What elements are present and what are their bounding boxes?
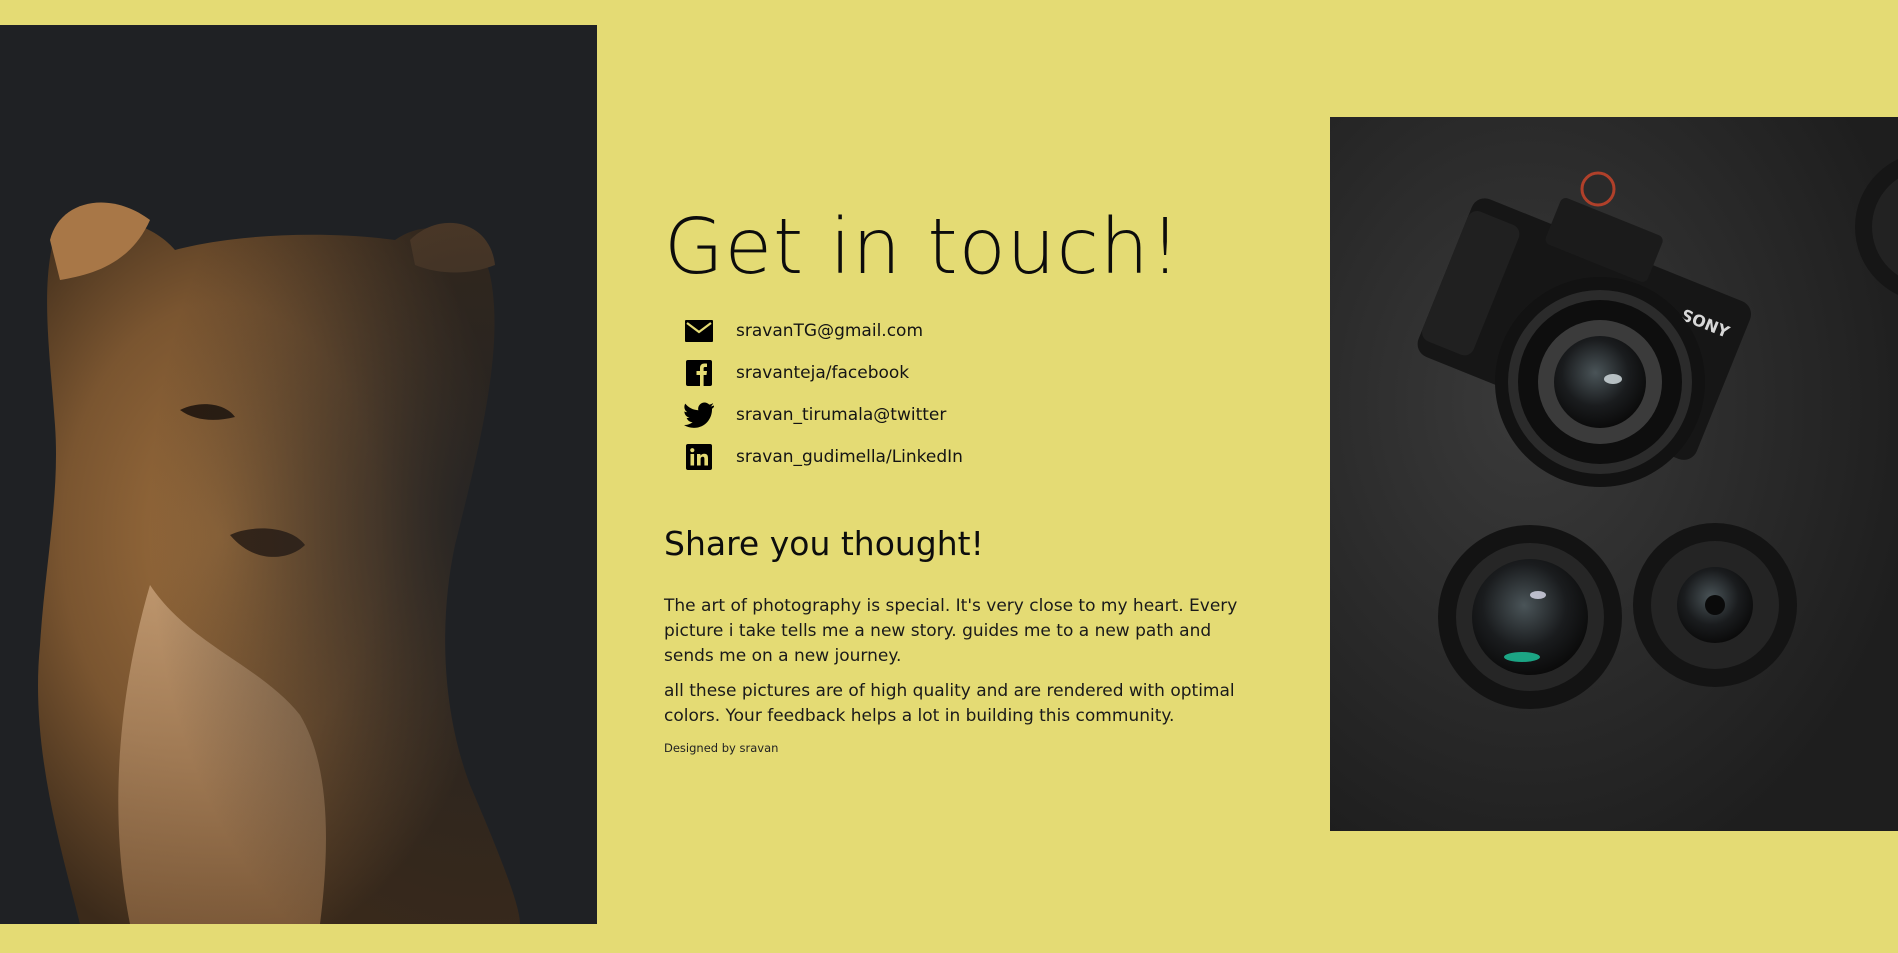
contact-twitter-label[interactable]: sravan_tirumala@twitter [736,405,946,425]
facebook-icon [684,358,714,388]
mail-icon [684,316,714,346]
linkedin-icon [684,442,714,472]
contact-linkedin-label[interactable]: sravan_gudimella/LinkedIn [736,447,963,467]
contact-item-twitter[interactable]: sravan_tirumala@twitter [684,394,1264,436]
contact-item-facebook[interactable]: sravanteja/facebook [684,352,1264,394]
contact-section: Get in touch! sravanTG@gmail.com sravant… [664,200,1264,755]
camera-photo: SONY [1330,117,1898,831]
contact-item-linkedin[interactable]: sravan_gudimella/LinkedIn [684,436,1264,478]
footer-credit: Designed by sravan [664,741,779,755]
page-title: Get in touch! [664,203,1182,292]
share-paragraph-2: all these pictures are of high quality a… [664,681,1235,726]
twitter-icon [684,400,714,430]
contact-facebook-label[interactable]: sravanteja/facebook [736,363,909,383]
lioness-photo [0,25,597,924]
contact-item-email[interactable]: sravanTG@gmail.com [684,310,1264,352]
contact-list: sravanTG@gmail.com sravanteja/facebook s… [684,310,1264,478]
contact-email-label[interactable]: sravanTG@gmail.com [736,321,923,341]
share-paragraph-1: The art of photography is special. It's … [664,596,1238,666]
share-heading: Share you thought! [664,524,984,563]
